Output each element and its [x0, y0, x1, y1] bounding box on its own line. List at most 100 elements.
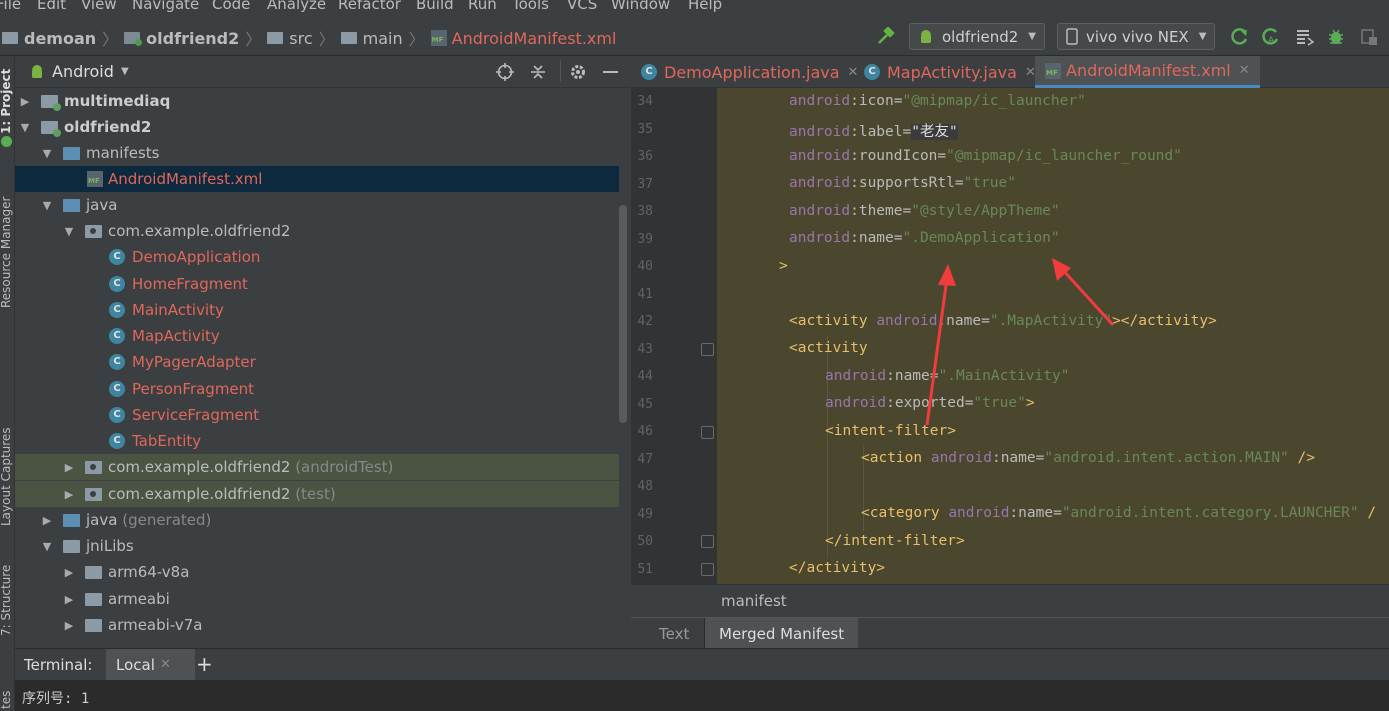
breadcrumb-file[interactable]: AndroidManifest.xml [452, 29, 617, 48]
project-folder-icon [2, 32, 18, 44]
project-panel-header: Android ▼ [15, 56, 629, 88]
tree-item-jnilibs[interactable]: ▼ jniLibs [15, 533, 619, 559]
collapse-all-icon[interactable] [529, 63, 547, 81]
tab-mapactivity[interactable]: C MapActivity.java ✕ [864, 56, 1036, 88]
breadcrumb-manifest[interactable]: manifest [721, 592, 787, 610]
tree-item-class[interactable]: C DemoApplication [15, 244, 619, 270]
tree-item-class[interactable]: C HomeFragment [15, 271, 619, 297]
menu-tools[interactable]: Tools [512, 0, 549, 13]
tree-item-package-test[interactable]: ▶ com.example.oldfriend2 (test) [15, 481, 619, 507]
manifest-file-icon: MF [1045, 62, 1061, 79]
tab-label: DemoApplication.java [664, 62, 840, 82]
close-icon[interactable]: ✕ [848, 65, 859, 80]
tree-item-oldfriend2[interactable]: ▼ oldfriend2 [15, 114, 619, 140]
menu-refactor[interactable]: Refactor [338, 0, 401, 13]
device-select[interactable]: vivo vivo NEX ▼ [1057, 23, 1216, 50]
menu-edit[interactable]: Edit [37, 0, 66, 13]
tree-item-manifests[interactable]: ▼ manifests [15, 140, 619, 166]
close-icon[interactable]: ✕ [1239, 63, 1250, 78]
terminal-output[interactable]: 序列号: 1 [15, 680, 1389, 711]
locate-target-icon[interactable] [496, 63, 514, 81]
tree-item-label: MyPagerAdapter [132, 353, 256, 371]
tree-item-package-androidtest[interactable]: ▶ com.example.oldfriend2 (androidTest) [15, 454, 619, 480]
gear-icon[interactable] [569, 63, 587, 81]
attach-debugger-icon[interactable] [1360, 28, 1378, 46]
debug-bug-icon[interactable] [1327, 28, 1345, 46]
tree-item-armeabi-v7a[interactable]: ▶ armeabi-v7a [15, 612, 619, 638]
class-icon: C [109, 381, 125, 397]
tree-item-class[interactable]: C MainActivity [15, 297, 619, 323]
menu-run[interactable]: Run [468, 0, 497, 13]
line-number: 39 [637, 232, 653, 247]
tree-item-label: com.example.oldfriend2 [108, 458, 291, 476]
tree-scrollbar[interactable] [619, 205, 627, 423]
line-number: 40 [637, 259, 653, 274]
line-number: 38 [637, 204, 653, 219]
breadcrumb-main[interactable]: main [363, 29, 403, 48]
tree-item-class[interactable]: C TabEntity [15, 428, 619, 454]
tree-item-class[interactable]: C MyPagerAdapter [15, 349, 619, 375]
fold-toggle-icon[interactable] [701, 535, 714, 548]
code-editor[interactable]: android:icon="@mipmap/ic_launcher" andro… [717, 88, 1389, 584]
menu-code[interactable]: Code [212, 0, 250, 13]
tree-item-java[interactable]: ▼ java [15, 192, 619, 218]
menu-build[interactable]: Build [416, 0, 454, 13]
menu-help[interactable]: Help [688, 0, 722, 13]
class-icon: C [109, 433, 125, 449]
tree-item-arm64[interactable]: ▶ arm64-v8a [15, 559, 619, 585]
resource-manager-tool-button[interactable]: Resource Manager [0, 197, 13, 308]
line-number: 42 [637, 314, 653, 329]
apply-changes-icon[interactable] [1231, 28, 1249, 46]
chevron-down-icon[interactable]: ▼ [121, 66, 129, 77]
close-icon[interactable]: ✕ [160, 657, 171, 672]
structure-tool-button[interactable]: 7: Structure [0, 565, 13, 636]
code-line: android:theme="@style/AppTheme" [789, 203, 1060, 219]
terminal-title: Terminal: [24, 656, 93, 674]
menu-navigate[interactable]: Navigate [132, 0, 199, 13]
tab-merged-manifest[interactable]: Merged Manifest [704, 618, 859, 649]
minimize-icon[interactable] [603, 71, 618, 73]
tab-demoapplication[interactable]: C DemoApplication.java ✕ [641, 56, 858, 88]
device-label: vivo vivo NEX [1086, 27, 1189, 46]
line-number: 46 [637, 424, 653, 439]
menu-analyze[interactable]: Analyze [267, 0, 326, 13]
tree-item-armeabi[interactable]: ▶ armeabi [15, 586, 619, 612]
tree-item-suffix: (androidTest) [295, 458, 394, 476]
android-icon [921, 29, 931, 43]
tree-item-label: PersonFragment [132, 380, 255, 398]
menu-file[interactable]: File [0, 0, 21, 13]
tree-item-multimediaq[interactable]: ▶ multimediaq [15, 88, 619, 114]
menu-vcs[interactable]: VCS [567, 0, 597, 13]
project-tool-button[interactable]: 1: Project [0, 69, 13, 134]
tree-item-package[interactable]: ▼ com.example.oldfriend2 [15, 218, 619, 244]
menu-view[interactable]: View [81, 0, 117, 13]
menu-window[interactable]: Window [611, 0, 670, 13]
code-line: <category android:name="android.intent.c… [861, 505, 1377, 521]
breadcrumb-src[interactable]: src [289, 29, 312, 48]
line-number: 49 [637, 507, 653, 522]
breadcrumb-module[interactable]: oldfriend2 [146, 29, 239, 48]
layout-captures-tool-button[interactable]: Layout Captures [0, 427, 13, 526]
fold-toggle-icon[interactable] [701, 426, 714, 439]
tree-item-class[interactable]: C PersonFragment [15, 376, 619, 402]
run-config-select[interactable]: oldfriend2 ▼ [909, 23, 1045, 50]
fold-toggle-icon[interactable] [701, 563, 714, 576]
tab-terminal-local[interactable]: Local [116, 656, 155, 674]
fold-toggle-icon[interactable] [701, 343, 714, 356]
list-icon[interactable] [1296, 28, 1314, 46]
favorites-tool-button[interactable]: tes [0, 691, 13, 709]
tree-item-androidmanifest[interactable]: MF AndroidManifest.xml [15, 166, 619, 192]
tree-item-class[interactable]: C ServiceFragment [15, 402, 619, 428]
tab-androidmanifest[interactable]: MF AndroidManifest.xml ✕ [1035, 56, 1260, 88]
tab-text[interactable]: Text [645, 618, 703, 649]
project-view-selector[interactable]: Android [52, 62, 114, 81]
tree-item-class[interactable]: C MapActivity [15, 323, 619, 349]
class-icon: C [109, 249, 125, 265]
hammer-icon[interactable] [876, 27, 896, 47]
tab-label: AndroidManifest.xml [1066, 61, 1231, 80]
tree-item-java-generated[interactable]: ▶ java (generated) [15, 507, 619, 533]
apply-code-changes-icon[interactable]: A [1262, 28, 1280, 46]
add-terminal-button[interactable]: + [196, 652, 213, 676]
breadcrumb-project[interactable]: demoan [24, 29, 96, 48]
tree-item-label: oldfriend2 [64, 118, 152, 136]
